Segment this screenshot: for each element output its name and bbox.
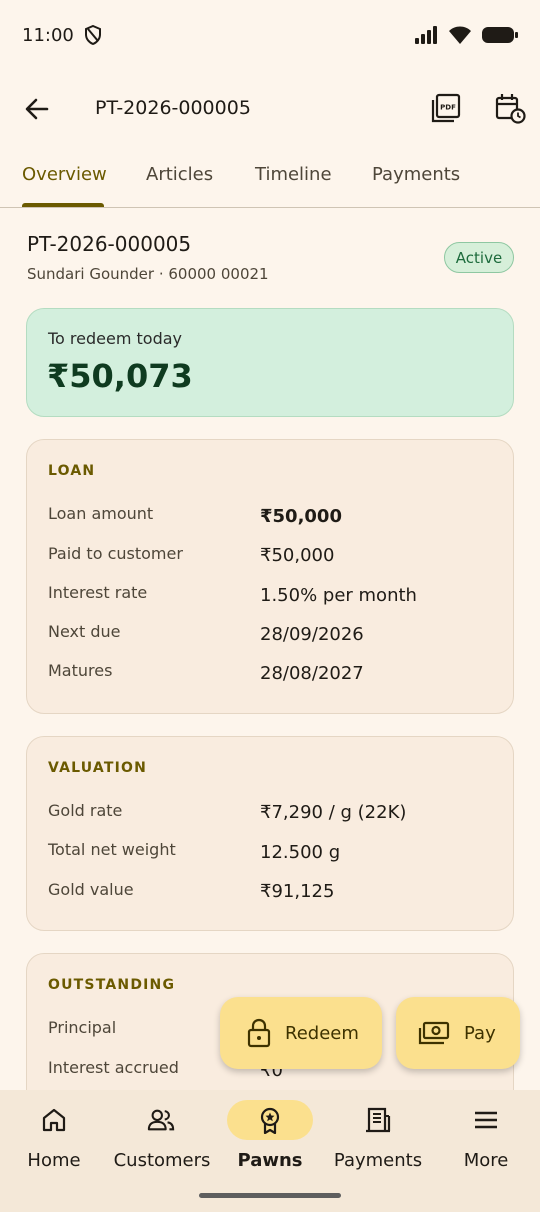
tab-timeline[interactable]: Timeline — [255, 164, 332, 185]
interest-rate-value: 1.50% per month — [260, 585, 417, 606]
next-due-label: Next due — [48, 622, 121, 641]
loan-amount-value: ₹50,000 — [260, 506, 342, 527]
app-bar: PT-2026-000005 PDF — [0, 70, 540, 146]
nav-label-home: Home — [27, 1150, 81, 1171]
home-indicator[interactable] — [199, 1193, 341, 1198]
pdf-icon[interactable]: PDF — [430, 92, 462, 124]
status-time: 11:00 — [22, 24, 74, 46]
medal-icon — [260, 1107, 280, 1134]
home-icon — [42, 1108, 66, 1132]
nav-item-payments[interactable]: Payments — [324, 1090, 432, 1190]
net-weight-label: Total net weight — [48, 840, 176, 859]
loan-heading: LOAN — [48, 463, 96, 479]
loan-amount-label: Loan amount — [48, 504, 154, 523]
calendar-history-icon[interactable] — [494, 92, 526, 124]
ticket-id: PT-2026-000005 — [27, 232, 192, 256]
gold-rate-value: ₹7,290 / g (22K) — [260, 802, 407, 823]
gold-value-label: Gold value — [48, 880, 134, 899]
cash-icon — [418, 1021, 450, 1045]
redeem-button-label: Redeem — [285, 1022, 359, 1044]
nav-label-payments: Payments — [333, 1150, 423, 1171]
nav-label-customers: Customers — [113, 1150, 211, 1171]
receipt-icon — [366, 1107, 391, 1133]
valuation-heading: VALUATION — [48, 760, 148, 776]
page-title: PT-2026-000005 — [95, 97, 251, 119]
menu-icon — [475, 1111, 497, 1129]
loan-card: LOAN Loan amount ₹50,000 Paid to custome… — [26, 439, 514, 714]
pay-button-label: Pay — [464, 1022, 496, 1044]
customer-info: Sundari Gounder · 60000 00021 — [27, 265, 269, 283]
valuation-card: VALUATION Gold rate ₹7,290 / g (22K) Tot… — [26, 736, 514, 931]
signal-icon — [415, 26, 437, 44]
lock-icon — [247, 1018, 271, 1048]
status-bar: 11:00 — [0, 0, 540, 70]
next-due-value: 28/09/2026 — [260, 624, 364, 645]
nav-item-customers[interactable]: Customers — [108, 1090, 216, 1190]
status-badge: Active — [444, 242, 514, 273]
pay-button[interactable]: Pay — [396, 997, 520, 1069]
people-icon — [147, 1109, 175, 1131]
nav-label-more: More — [463, 1150, 509, 1171]
net-weight-value: 12.500 g — [260, 842, 341, 863]
paid-to-customer-label: Paid to customer — [48, 544, 183, 563]
redeem-amount-card: To redeem today ₹50,073 — [26, 308, 514, 417]
nav-item-pawns[interactable]: Pawns — [216, 1090, 324, 1190]
nav-label-pawns: Pawns — [237, 1150, 303, 1171]
back-arrow-icon[interactable] — [22, 94, 52, 124]
nav-item-home[interactable]: Home — [0, 1090, 108, 1190]
shield-icon — [84, 25, 101, 45]
tab-articles[interactable]: Articles — [146, 164, 213, 185]
interest-rate-label: Interest rate — [48, 583, 148, 602]
tab-payments[interactable]: Payments — [372, 164, 460, 185]
principal-label: Principal — [48, 1018, 117, 1037]
outstanding-heading: OUTSTANDING — [48, 977, 176, 993]
tab-bar: Overview Articles Timeline Payments — [0, 148, 540, 208]
nav-item-more[interactable]: More — [432, 1090, 540, 1190]
tab-overview[interactable]: Overview — [22, 164, 107, 185]
gold-rate-label: Gold rate — [48, 801, 123, 820]
redeem-button[interactable]: Redeem — [220, 997, 382, 1069]
battery-icon — [482, 27, 518, 43]
redeem-amount: ₹50,073 — [47, 357, 193, 395]
matures-value: 28/08/2027 — [260, 663, 364, 684]
matures-label: Matures — [48, 661, 113, 680]
redeem-label: To redeem today — [48, 329, 183, 348]
wifi-icon — [449, 26, 471, 44]
pdf-icon-text: PDF — [440, 104, 456, 112]
interest-accrued-label: Interest accrued — [48, 1058, 179, 1077]
gold-value-value: ₹91,125 — [260, 881, 335, 902]
paid-to-customer-value: ₹50,000 — [260, 545, 335, 566]
tab-indicator — [22, 203, 104, 207]
